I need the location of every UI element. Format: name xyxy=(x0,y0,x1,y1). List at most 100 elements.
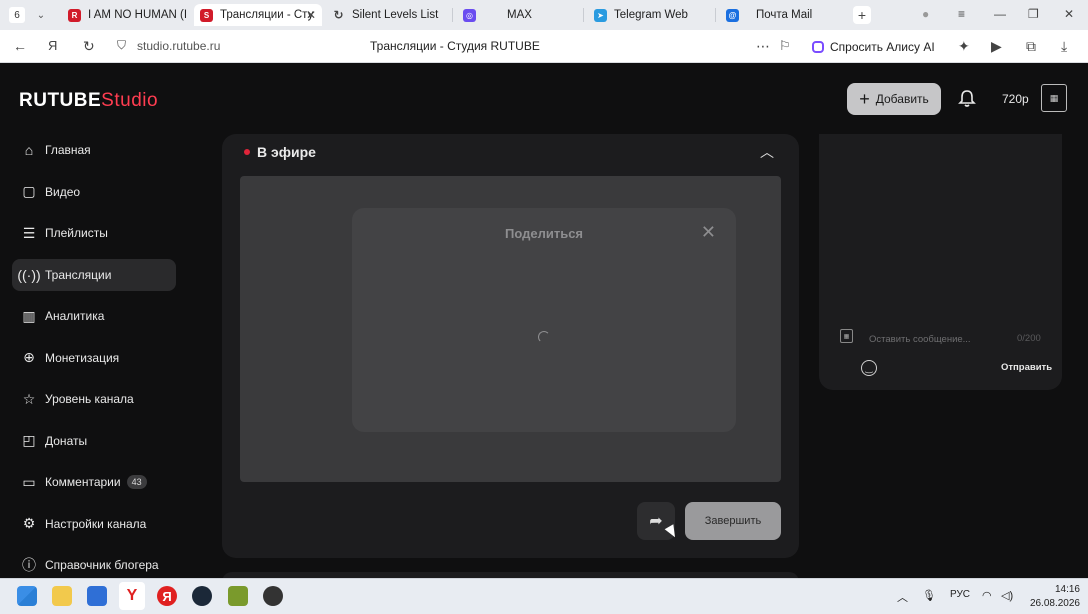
sidebar: ⌂ Главная ▢ Видео ☰ Плейлисты ((·)) Тран… xyxy=(12,134,212,578)
notifications-bell-icon[interactable] xyxy=(957,89,977,109)
sidebar-item-broadcasts[interactable]: ((·)) Трансляции xyxy=(12,258,176,291)
tab-list-chevron-icon[interactable]: ⌄ xyxy=(31,10,51,21)
yandex-browser-icon[interactable]: Y xyxy=(119,582,145,610)
video-player[interactable]: Поделиться ✕ xyxy=(240,176,781,482)
alice-label: Спросить Алису AI xyxy=(830,39,935,54)
emoji-icon[interactable]: ‿ xyxy=(861,360,877,376)
close-icon[interactable]: ✕ xyxy=(701,222,716,243)
refresh-favicon-icon: ↻ xyxy=(333,8,344,22)
volume-icon[interactable]: ◁) xyxy=(1001,589,1013,602)
page-title: Трансляции - Студия RUTUBE xyxy=(370,39,540,53)
new-tab-button[interactable]: + xyxy=(853,6,871,24)
chat-panel: ▦ Оставить сообщение... 0/200 ‿ Отправит… xyxy=(819,134,1062,390)
tab-label: Silent Levels List xyxy=(352,9,439,21)
star-icon: ☆ xyxy=(22,390,36,407)
browser-tab-3[interactable]: ↻ Silent Levels List xyxy=(332,4,450,26)
playlist-icon: ☰ xyxy=(22,224,36,241)
microphone-icon[interactable]: 🎙 xyxy=(922,589,936,602)
live-status: В эфире xyxy=(244,144,316,160)
finish-stream-button[interactable]: Завершить xyxy=(685,502,781,540)
sidebar-item-blogger-guide[interactable]: ⓘ Справочник блогера xyxy=(12,549,176,578)
comments-count-badge: 43 xyxy=(126,475,147,489)
sidebar-item-channel-settings[interactable]: ⚙ Настройки канала xyxy=(12,508,176,540)
game-icon[interactable] xyxy=(228,586,248,606)
reload-icon[interactable]: ↻ xyxy=(83,38,95,55)
mail-favicon-icon: @ xyxy=(726,8,739,22)
logo-sub: Studio xyxy=(101,90,159,111)
money-icon: ⊕ xyxy=(23,349,35,365)
sidebar-item-label: Уровень канала xyxy=(45,392,134,406)
donate-icon: ◰ xyxy=(22,432,36,448)
clock[interactable]: 14:16 26.08.2026 xyxy=(1024,583,1080,611)
sidebar-item-label: Главная xyxy=(45,143,91,157)
bookmark-icon[interactable]: ⚐ xyxy=(779,38,791,54)
sidebar-item-channel-level[interactable]: ☆ Уровень канала xyxy=(12,383,176,415)
download-icon[interactable]: ⤓ xyxy=(1061,38,1067,55)
more-icon[interactable]: ⋯ xyxy=(756,38,770,55)
app-icon[interactable] xyxy=(263,586,283,606)
language-indicator[interactable]: РУС xyxy=(950,589,970,600)
tray-chevron-up-icon[interactable]: ︿ xyxy=(897,589,908,605)
add-button[interactable]: + Добавить xyxy=(847,83,941,115)
sidebar-item-home[interactable]: ⌂ Главная xyxy=(12,134,176,166)
url-field[interactable]: studio.rutube.ru xyxy=(137,39,220,53)
chat-message-input[interactable]: Оставить сообщение... xyxy=(869,334,971,345)
share-modal: Поделиться ✕ xyxy=(352,208,736,432)
info-icon: ⓘ xyxy=(22,557,36,573)
add-label: Добавить xyxy=(875,92,929,106)
sidebar-item-video[interactable]: ▢ Видео xyxy=(12,176,176,208)
menu-icon[interactable]: ≡ xyxy=(958,7,965,21)
browser-tab-2[interactable]: S Трансляции - Сту ✕ xyxy=(194,4,322,26)
sidebar-item-donations[interactable]: ◰ Донаты xyxy=(12,425,176,457)
back-icon[interactable]: ← xyxy=(13,38,27,54)
sidebar-item-label: Трансляции xyxy=(45,267,112,282)
comment-icon: ▭ xyxy=(22,473,36,490)
avatar[interactable]: ▦ xyxy=(1041,84,1067,112)
store-icon[interactable] xyxy=(87,586,107,606)
sidebar-item-monetization[interactable]: ⊕ Монетизация xyxy=(12,342,176,374)
logo-main: RUTUBE xyxy=(19,90,102,111)
loading-spinner-icon xyxy=(538,331,550,343)
steam-icon[interactable] xyxy=(192,586,212,606)
alice-button[interactable]: Спросить Алису AI xyxy=(812,37,935,56)
sidebar-item-analytics[interactable]: ▥ Аналитика xyxy=(12,300,176,332)
site-info-icon[interactable]: ⛉ xyxy=(117,38,126,53)
extensions-icon[interactable]: ✦ xyxy=(958,38,970,55)
analytics-icon: ▥ xyxy=(22,307,36,324)
close-window-icon[interactable]: ✕ xyxy=(1064,7,1074,21)
media-icon[interactable]: ▶ xyxy=(991,38,1002,55)
screenshot-icon[interactable]: ⧉ xyxy=(1026,38,1036,55)
logo[interactable]: RUTUBEStudio xyxy=(19,90,158,112)
start-icon[interactable] xyxy=(17,586,37,606)
tab-counter[interactable]: 6 xyxy=(9,7,25,23)
browser-tab-5[interactable]: ➤ Telegram Web xyxy=(594,4,712,26)
sidebar-item-label: Комментарии xyxy=(45,475,121,489)
video-icon: ▢ xyxy=(22,183,36,199)
sidebar-item-label: Видео xyxy=(45,184,81,199)
tab-label: Telegram Web xyxy=(614,9,688,21)
rutube-studio-app: RUTUBEStudio + Добавить 720p ▦ ⌂ Главная… xyxy=(0,64,1088,578)
yandex-icon[interactable]: Я xyxy=(48,38,57,53)
address-bar: ← Я ↻ ⛉ studio.rutube.ru Трансляции - Ст… xyxy=(0,30,1088,63)
sidebar-item-label: Монетизация xyxy=(45,350,120,365)
wifi-icon[interactable]: ◠ xyxy=(982,589,992,602)
close-tab-icon[interactable]: ✕ xyxy=(306,8,316,22)
yandex-icon[interactable]: Я xyxy=(157,586,177,606)
browser-tab-1[interactable]: R I AM NO HUMAN (Ir xyxy=(68,4,186,26)
browser-tab-4[interactable]: ◎ MAX xyxy=(463,4,573,26)
quality-selector[interactable]: 720p xyxy=(1002,92,1029,106)
live-stream-card: В эфире ︿ Поделиться ✕ xyxy=(222,134,799,558)
home-icon: ⌂ xyxy=(24,142,34,158)
chevron-up-icon[interactable]: ︿ xyxy=(760,142,774,162)
sidebar-item-label: Аналитика xyxy=(45,309,105,323)
profile-icon[interactable]: ● xyxy=(922,7,929,21)
max-favicon-icon: ◎ xyxy=(463,8,476,22)
minimize-icon[interactable]: — xyxy=(994,7,1006,21)
send-button[interactable]: Отправить xyxy=(1001,362,1052,373)
maximize-icon[interactable]: ❐ xyxy=(1028,7,1039,21)
sidebar-item-playlists[interactable]: ☰ Плейлисты xyxy=(12,217,176,249)
browser-tab-6[interactable]: @ Почта Mail xyxy=(726,4,844,26)
file-explorer-icon[interactable] xyxy=(52,586,72,606)
tab-label: Почта Mail xyxy=(756,9,813,21)
sidebar-item-comments[interactable]: ▭ Комментарии 43 xyxy=(12,466,176,498)
